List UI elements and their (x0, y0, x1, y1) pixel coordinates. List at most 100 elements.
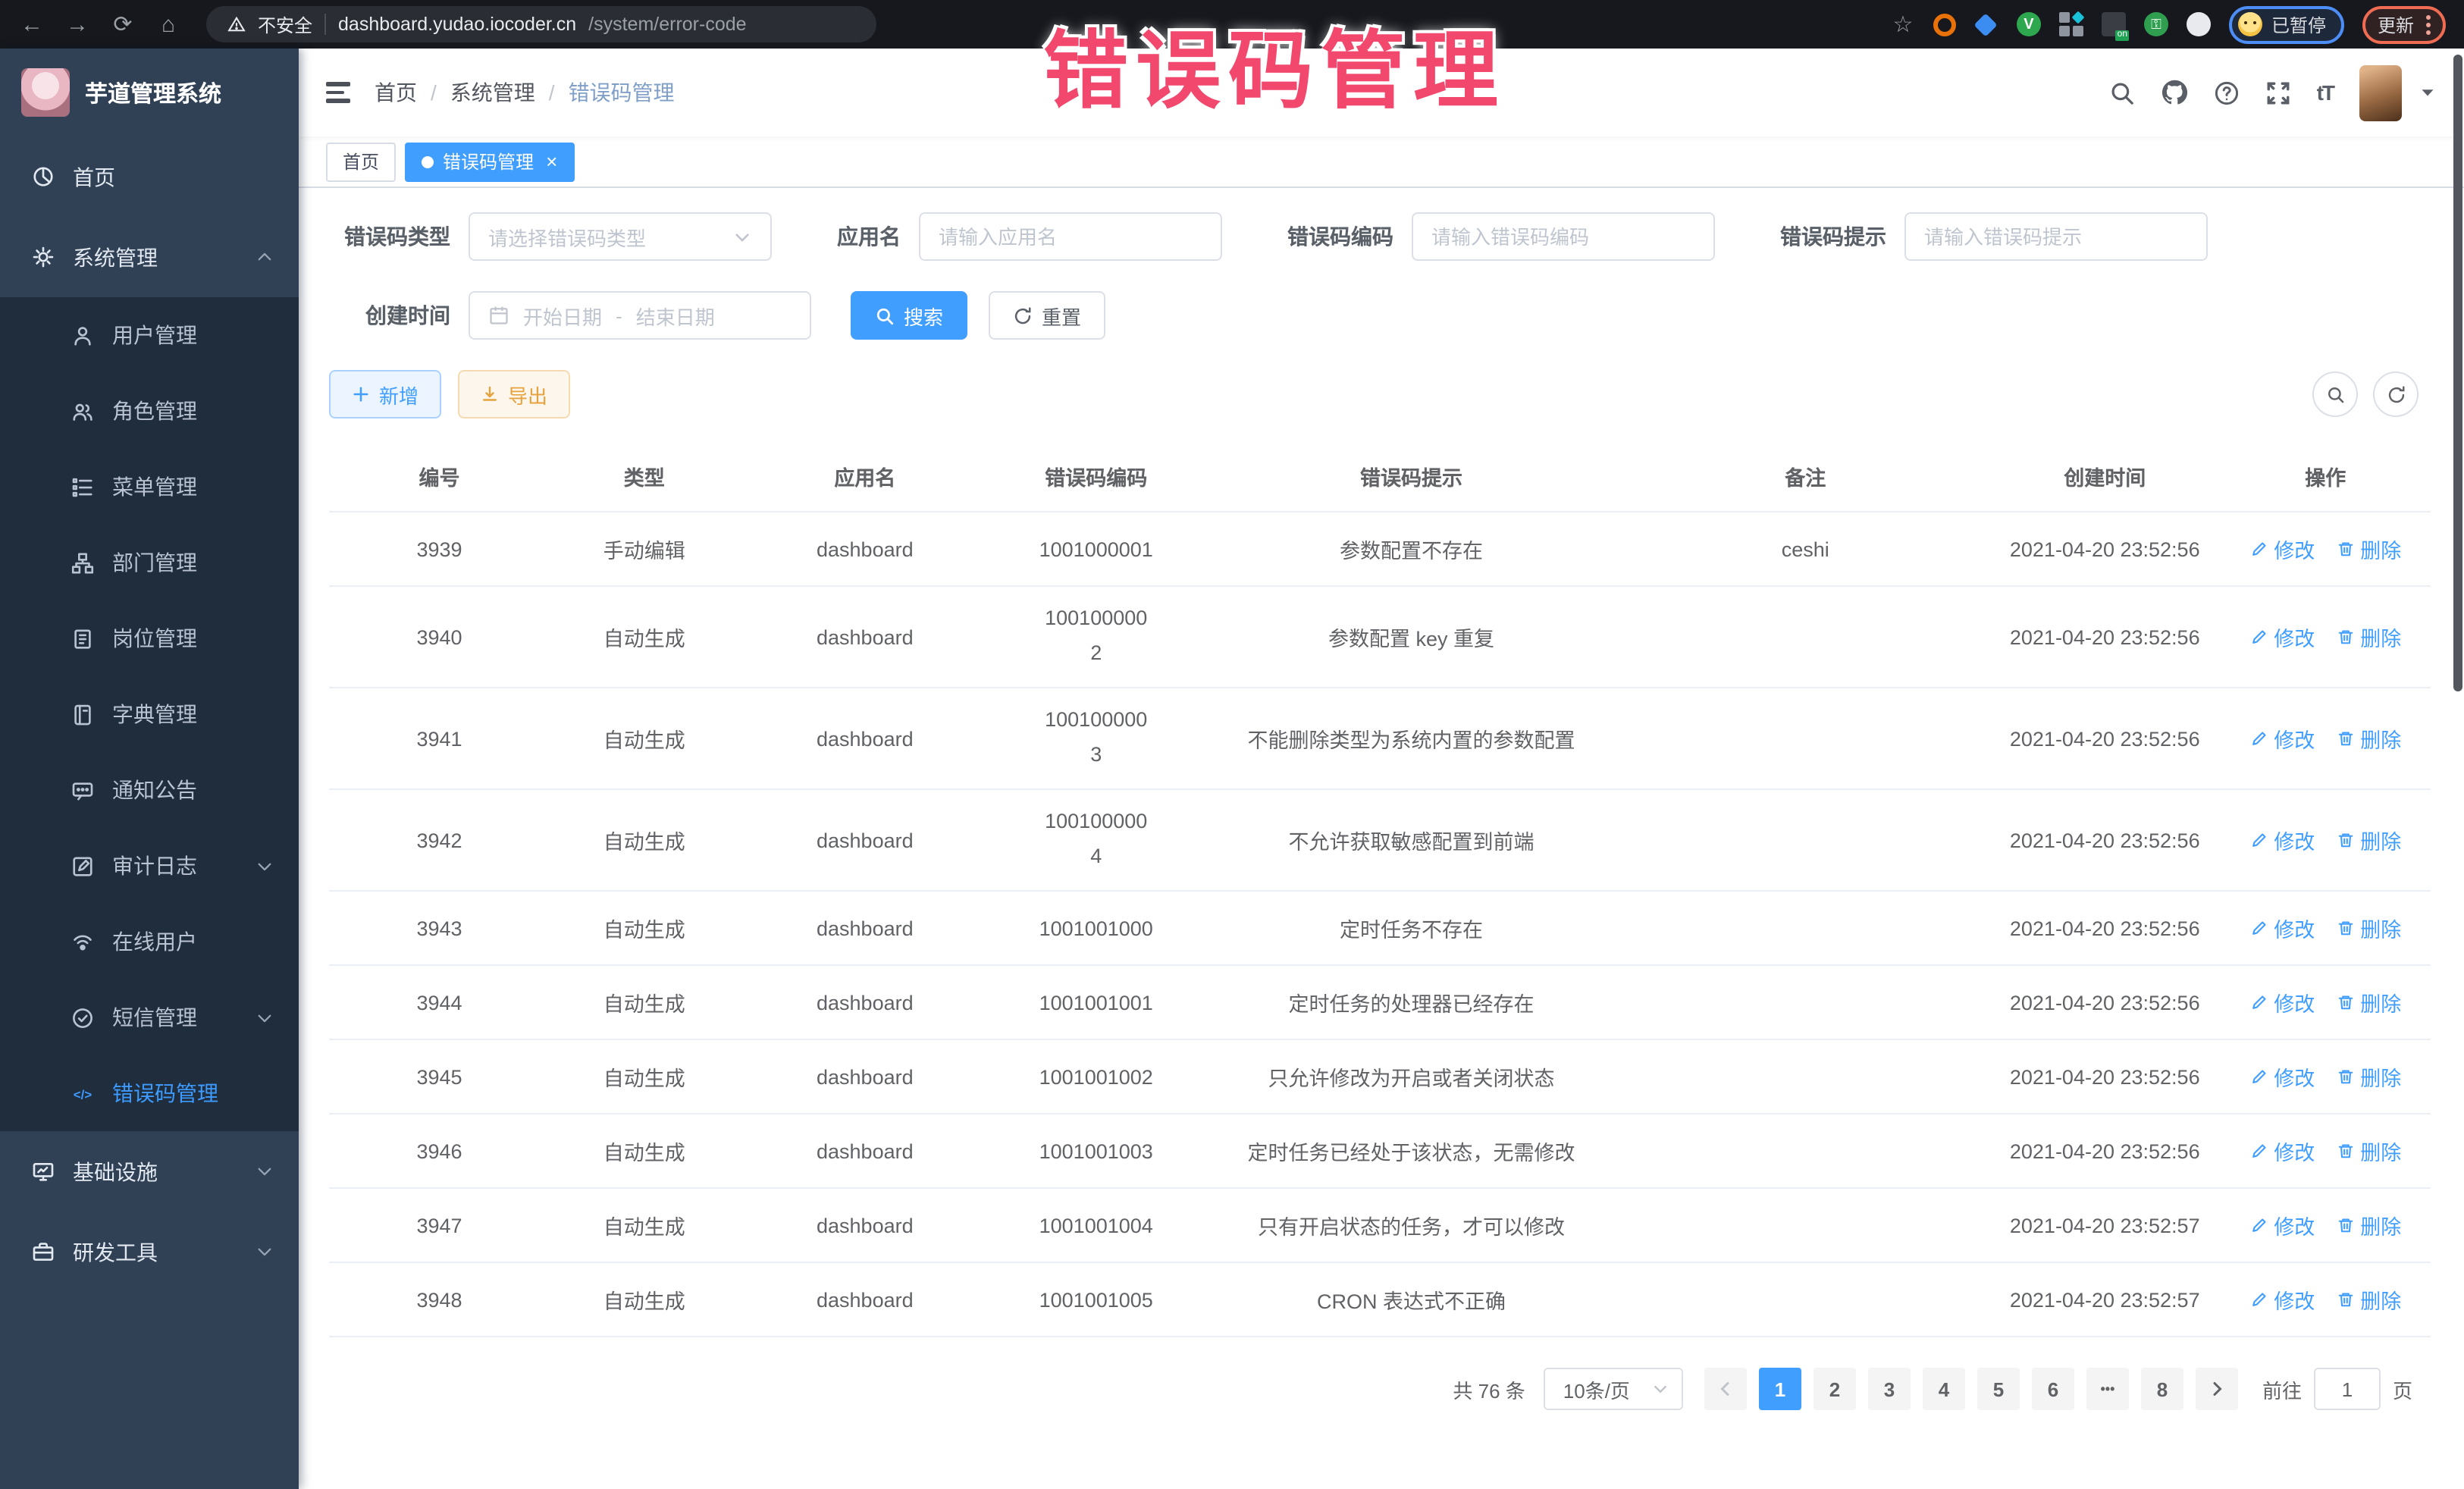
next-page-button[interactable] (2196, 1368, 2238, 1410)
cell-id: 3946 (329, 1133, 550, 1168)
edit-link[interactable]: 修改 (2249, 987, 2315, 1017)
sidebar-item-dict[interactable]: 字典管理 (0, 676, 299, 752)
page-size-select[interactable]: 10条/页 (1544, 1368, 1683, 1410)
page-button[interactable]: 3 (1868, 1368, 1911, 1410)
delete-link[interactable]: 删除 (2336, 987, 2401, 1017)
date-range-picker[interactable]: 开始日期 - 结束日期 (469, 291, 811, 340)
delete-link[interactable]: 删除 (2336, 1210, 2401, 1240)
delete-link[interactable]: 删除 (2336, 1284, 2401, 1315)
sidebar-item-menu[interactable]: 菜单管理 (0, 449, 299, 525)
cell-message: 定时任务不存在 (1201, 907, 1621, 949)
reset-button[interactable]: 重置 (989, 291, 1105, 340)
page-button[interactable]: 6 (2032, 1368, 2074, 1410)
user-avatar[interactable] (2359, 64, 2402, 121)
page-button[interactable]: 1 (1759, 1368, 1801, 1410)
toggle-search-button[interactable] (2312, 371, 2358, 417)
avatar-caret-down-icon[interactable] (2419, 83, 2437, 102)
delete-link[interactable]: 删除 (2336, 534, 2401, 564)
extension-icon[interactable] (1974, 12, 1998, 36)
error-code-input[interactable] (1412, 212, 1715, 261)
sidebar-item-role[interactable]: 角色管理 (0, 373, 299, 449)
address-bar[interactable]: 不安全 dashboard.yudao.iocoder.cn/system/er… (206, 6, 876, 42)
error-hint-input[interactable] (1904, 212, 2208, 261)
error-type-select[interactable]: 请选择错误码类型 (469, 212, 772, 261)
edit-link[interactable]: 修改 (2249, 622, 2315, 652)
sidebar-item-post[interactable]: 岗位管理 (0, 600, 299, 676)
sidebar-item-sms[interactable]: 短信管理 (0, 980, 299, 1055)
page-ellipsis[interactable]: ••• (2086, 1368, 2129, 1410)
page-button[interactable]: 5 (1977, 1368, 2020, 1410)
error-code-label: 错误码编码 (1272, 221, 1393, 252)
breadcrumb-item[interactable]: 首页 (375, 77, 417, 108)
prev-page-button[interactable] (1704, 1368, 1747, 1410)
search-button[interactable]: 搜索 (851, 291, 967, 340)
sidebar-item-user[interactable]: 用户管理 (0, 297, 299, 373)
profile-paused-badge[interactable]: 已暂停 (2229, 5, 2344, 43)
delete-link[interactable]: 删除 (2336, 1136, 2401, 1166)
refresh-table-button[interactable] (2373, 371, 2419, 417)
edit-link[interactable]: 修改 (2249, 1061, 2315, 1092)
cell-code: 100100000 3 (991, 697, 1201, 779)
browser-reload-icon[interactable]: ⟳ (109, 11, 136, 38)
browser-update-badge[interactable]: 更新 (2362, 5, 2446, 43)
edit-link[interactable]: 修改 (2249, 1210, 2315, 1240)
page-button[interactable]: 8 (2141, 1368, 2183, 1410)
sidebar-item-online[interactable]: 在线用户 (0, 904, 299, 980)
extension-icon[interactable]: V (2017, 12, 2041, 36)
github-icon[interactable] (2161, 79, 2188, 106)
sidebar-item-dept[interactable]: 部门管理 (0, 525, 299, 600)
extension-icon[interactable] (1933, 13, 1956, 36)
export-button[interactable]: 导出 (458, 370, 570, 418)
help-icon[interactable] (2214, 80, 2240, 105)
extension-icon[interactable]: ⚿ (2144, 12, 2168, 36)
goto-label: 前往 (2262, 1375, 2302, 1403)
extension-icon[interactable]: on (2102, 12, 2126, 36)
browser-forward-icon[interactable]: → (64, 11, 91, 37)
sidebar-item-gear[interactable]: 系统管理 (0, 217, 299, 297)
header-search-icon[interactable] (2109, 80, 2135, 105)
scrollbar-thumb[interactable] (2453, 55, 2462, 691)
cell-id: 3939 (329, 531, 550, 566)
extension-icon[interactable] (2059, 12, 2083, 36)
fullscreen-icon[interactable] (2265, 80, 2291, 105)
delete-link[interactable]: 删除 (2336, 622, 2401, 652)
edit-link[interactable]: 修改 (2249, 1284, 2315, 1315)
app-logo[interactable]: 芋道管理系统 (0, 49, 299, 136)
goto-page-input[interactable] (2314, 1368, 2381, 1410)
delete-link[interactable]: 删除 (2336, 825, 2401, 855)
sidebar-item-infra[interactable]: 基础设施 (0, 1131, 299, 1212)
breadcrumb-item[interactable]: 系统管理 (450, 77, 535, 108)
tab-item[interactable]: 首页 (326, 142, 396, 181)
sidebar-item-audit[interactable]: 审计日志 (0, 828, 299, 904)
scrollbar[interactable] (2452, 49, 2464, 1489)
edit-link[interactable]: 修改 (2249, 1136, 2315, 1166)
browser-back-icon[interactable]: ← (18, 11, 45, 37)
bookmark-star-icon[interactable]: ☆ (1891, 12, 1915, 36)
edit-link[interactable]: 修改 (2249, 913, 2315, 943)
cell-app: dashboard (739, 985, 992, 1020)
browser-menu-kebab-icon[interactable] (2426, 14, 2431, 34)
sidebar-item-devtool[interactable]: 研发工具 (0, 1212, 299, 1292)
app-name-input[interactable] (919, 212, 1222, 261)
delete-link[interactable]: 删除 (2336, 913, 2401, 943)
add-button[interactable]: 新增 (329, 370, 441, 418)
sidebar-item-home[interactable]: 首页 (0, 136, 299, 217)
tab-close-icon[interactable]: × (546, 152, 557, 171)
sidebar-item-label: 短信管理 (112, 1002, 197, 1033)
page-button[interactable]: 2 (1814, 1368, 1856, 1410)
extensions-puzzle-icon[interactable] (2187, 12, 2211, 36)
tab-active[interactable]: 错误码管理× (405, 142, 574, 181)
sidebar-toggle-icon[interactable] (326, 83, 350, 103)
sidebar-item-notice[interactable]: 通知公告 (0, 752, 299, 828)
column-header: 操作 (2221, 455, 2431, 497)
page-button[interactable]: 4 (1923, 1368, 1965, 1410)
cell-id: 3942 (329, 823, 550, 857)
sidebar-item-errorcode[interactable]: </>错误码管理 (0, 1055, 299, 1131)
font-size-icon[interactable]: tT (2317, 80, 2334, 105)
edit-link[interactable]: 修改 (2249, 534, 2315, 564)
browser-home-icon[interactable]: ⌂ (155, 11, 182, 37)
edit-link[interactable]: 修改 (2249, 723, 2315, 754)
delete-link[interactable]: 删除 (2336, 723, 2401, 754)
edit-link[interactable]: 修改 (2249, 825, 2315, 855)
delete-link[interactable]: 删除 (2336, 1061, 2401, 1092)
